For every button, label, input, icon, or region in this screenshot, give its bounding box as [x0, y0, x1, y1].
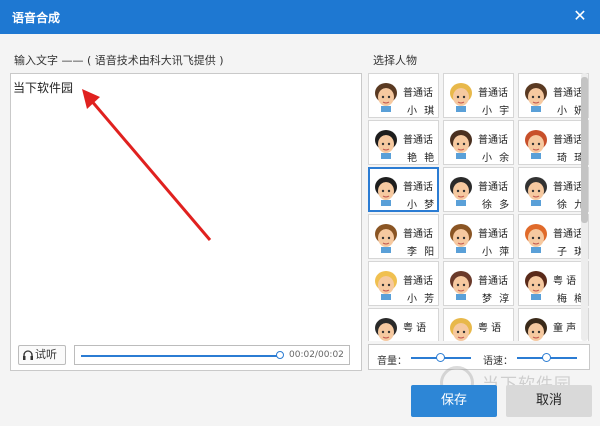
voice-language: 粤 语 [403, 323, 427, 334]
voice-language: 普通话 [403, 276, 433, 287]
voice-item[interactable]: 普通话小 琪 [368, 73, 439, 118]
speed-slider-handle[interactable] [542, 353, 551, 362]
headphones-icon [23, 350, 33, 360]
boy-brown-hair-icon [375, 224, 397, 253]
voice-language: 普通话 [478, 276, 508, 287]
girl-glasses-icon [450, 224, 472, 253]
voice-item[interactable]: 普通话梦 淳 [443, 261, 514, 306]
boy-dark-hair-icon [375, 318, 397, 341]
voice-language: 普通话 [403, 88, 433, 99]
voice-language: 普通话 [553, 135, 583, 146]
speed-label: 语速： [483, 356, 513, 367]
boy-blond-icon [450, 83, 472, 112]
scrollbar-thumb[interactable] [581, 77, 588, 223]
voice-item[interactable]: 普通话子 琪 [518, 214, 589, 259]
voice-item[interactable]: 粤 语 [443, 308, 514, 341]
text-input-content: 当下软件园 [13, 81, 74, 95]
woman-headband-icon [525, 271, 547, 300]
voice-language: 粤 语 [478, 323, 502, 334]
voice-item[interactable]: 普通话艳 艳 [368, 120, 439, 165]
window-title: 语音合成 [12, 11, 61, 25]
voice-item[interactable]: 普通话徐 多 [443, 167, 514, 212]
girl-black-long-hair-icon [375, 177, 397, 206]
title-bar: 语音合成 ✕ [0, 0, 600, 34]
voice-name: 小 余 [482, 153, 512, 164]
voice-item[interactable]: 普通话小 妍 [518, 73, 589, 118]
voice-list-scrollbar[interactable] [581, 73, 588, 341]
voice-item[interactable]: 普通话徐 九 [518, 167, 589, 212]
listen-label: 试听 [35, 348, 57, 361]
playback-progress[interactable]: 00:02/00:02 [74, 345, 350, 365]
playback-time: 00:02/00:02 [289, 350, 344, 360]
close-icon[interactable]: ✕ [570, 6, 590, 26]
voice-item[interactable]: 童 声 [518, 308, 589, 341]
sound-settings: 音量： 语速： [368, 344, 590, 370]
voice-list: 普通话小 琪普通话小 宇普通话小 妍普通话艳 艳普通话小 余普通话琦 琦普通话小… [368, 73, 590, 341]
voice-language: 普通话 [553, 229, 583, 240]
input-label: 输入文字 —— ( 语音技术由科大讯飞提供 ) [14, 54, 224, 67]
progress-handle[interactable] [276, 351, 284, 359]
annotation-arrow-icon [82, 89, 212, 241]
voice-language: 普通话 [478, 229, 508, 240]
voice-list-label: 选择人物 [373, 54, 417, 67]
voice-language: 童 声 [553, 323, 577, 334]
voice-language: 普通话 [553, 88, 583, 99]
voice-name: 梦 淳 [482, 294, 512, 305]
girl-blond-icon [450, 318, 472, 341]
voice-name: 李 阳 [407, 247, 437, 258]
voice-item[interactable]: 普通话小 芳 [368, 261, 439, 306]
voice-name: 小 琪 [407, 106, 437, 117]
voice-language: 普通话 [403, 135, 433, 146]
voice-language: 普通话 [478, 135, 508, 146]
voice-item[interactable]: 普通话小 萍 [443, 214, 514, 259]
voice-language: 粤 语 [553, 276, 577, 287]
boy-child-icon [525, 318, 547, 341]
voice-language: 普通话 [478, 88, 508, 99]
save-button[interactable]: 保存 [411, 385, 497, 417]
voice-language: 普通话 [403, 229, 433, 240]
voice-language: 普通话 [403, 182, 433, 193]
voice-item[interactable]: 粤 语 [368, 308, 439, 341]
progress-track [81, 355, 281, 357]
voice-item[interactable]: 普通话小 余 [443, 120, 514, 165]
cancel-button[interactable]: 取消 [506, 385, 592, 417]
voice-name: 小 宇 [482, 106, 512, 117]
woman-long-hair-icon [450, 271, 472, 300]
girl-red-hair-icon [525, 130, 547, 159]
girl-blonde-icon [375, 271, 397, 300]
speed-slider[interactable] [517, 353, 577, 362]
voice-name: 艳 艳 [407, 153, 437, 164]
voice-language: 普通话 [478, 182, 508, 193]
voice-item[interactable]: 普通话小 梦 [368, 167, 439, 212]
girl-orange-hair-icon [525, 224, 547, 253]
man-mustache-icon [450, 177, 472, 206]
voice-name: 小 萍 [482, 247, 512, 258]
listen-button[interactable]: 试听 [18, 345, 66, 365]
girl-pigtails-icon [375, 83, 397, 112]
voice-item[interactable]: 粤 语梅 梅 [518, 261, 589, 306]
boy-cap-icon [525, 177, 547, 206]
woman-hairband-icon [525, 83, 547, 112]
player-row: 试听 00:02/00:02 [18, 345, 350, 365]
voice-name: 小 梦 [407, 200, 437, 211]
volume-slider-handle[interactable] [436, 353, 445, 362]
man-brown-hair-icon [450, 130, 472, 159]
voice-name: 徐 多 [482, 200, 512, 211]
volume-label: 音量： [377, 356, 407, 367]
voice-language: 普通话 [553, 182, 583, 193]
voice-item[interactable]: 普通话李 阳 [368, 214, 439, 259]
girl-black-hair-icon [375, 130, 397, 159]
voice-item[interactable]: 普通话小 宇 [443, 73, 514, 118]
volume-slider[interactable] [411, 353, 471, 362]
voice-name: 小 芳 [407, 294, 437, 305]
voice-item[interactable]: 普通话琦 琦 [518, 120, 589, 165]
